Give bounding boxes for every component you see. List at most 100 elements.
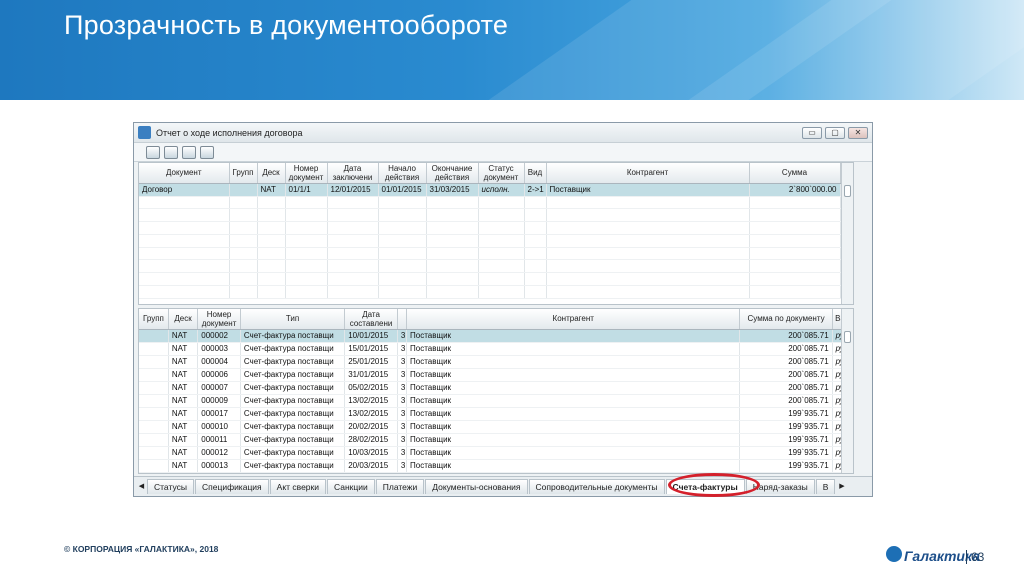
table-cell: 199`935.71 <box>739 459 833 473</box>
empty-row <box>139 259 853 274</box>
empty-row <box>139 208 853 223</box>
empty-cell <box>285 234 328 248</box>
tab-item[interactable]: Спецификация <box>194 479 269 494</box>
empty-row <box>139 196 853 210</box>
column-header: Контрагент <box>546 163 750 184</box>
empty-cell <box>378 272 427 287</box>
empty-cell <box>749 234 841 248</box>
tab-scroll-left-icon[interactable]: ◀ <box>136 480 147 494</box>
empty-cell <box>327 272 379 287</box>
table-cell <box>139 342 169 356</box>
table-row[interactable]: NAT 000007 Счет-фактура поставщи 05/02/2015… <box>139 381 853 395</box>
tab-item[interactable]: Сопроводительные документы <box>528 479 665 494</box>
tab-scroll-right-icon[interactable]: ▶ <box>836 480 847 494</box>
empty-cell <box>478 272 525 287</box>
tab-active[interactable]: Счета-фактуры <box>665 479 745 494</box>
empty-cell <box>257 208 286 223</box>
empty-cell <box>749 208 841 223</box>
tab-item[interactable]: Акт сверки <box>269 479 327 494</box>
close-button[interactable]: ✕ <box>848 126 868 139</box>
maximize-button[interactable]: ▢ <box>825 126 845 139</box>
empty-row <box>139 234 853 248</box>
table-cell: 3 <box>397 381 408 395</box>
tab-item[interactable]: Статусы <box>147 479 194 494</box>
table-cell: Счет-фактура поставщи <box>240 368 346 382</box>
table-cell: 000012 <box>197 446 241 460</box>
table-row[interactable]: NAT 000011 Счет-фактура поставщи 28/02/2015… <box>139 433 853 447</box>
scroll-thumb[interactable] <box>844 331 851 343</box>
invoices-scrollbar[interactable] <box>841 309 853 473</box>
app-icon <box>138 126 151 139</box>
table-cell: Счет-фактура поставщи <box>240 342 346 356</box>
collapse-icon[interactable] <box>200 145 214 159</box>
empty-cell <box>285 208 328 223</box>
empty-cell <box>257 196 286 210</box>
table-row[interactable]: Договор NAT 01/1/1 12/01/2015 01/01/2015 31/0… <box>139 183 853 197</box>
table-row[interactable]: NAT 000009 Счет-фактура поставщи 13/02/2015… <box>139 394 853 408</box>
empty-cell <box>478 247 525 261</box>
empty-cell <box>524 259 547 274</box>
table-cell: 000004 <box>197 355 241 369</box>
table-cell: 000002 <box>197 329 241 343</box>
table-cell: NAT <box>168 407 199 421</box>
column-header: Деск <box>257 163 286 184</box>
table-row[interactable]: NAT 000002 Счет-фактура поставщи 10/01/2015… <box>139 329 853 343</box>
empty-cell <box>257 272 286 287</box>
table-cell: 10/01/2015 <box>344 329 398 343</box>
empty-cell <box>229 285 258 299</box>
column-header: Групп <box>229 163 258 184</box>
contracts-scrollbar[interactable] <box>841 163 853 304</box>
tab-item[interactable]: Платежи <box>375 479 425 494</box>
table-cell: NAT <box>168 355 199 369</box>
empty-cell <box>546 247 750 261</box>
window-titlebar[interactable]: Отчет о ходе исполнения договора ▭ ▢ ✕ <box>134 123 872 143</box>
empty-cell <box>478 259 525 274</box>
table-cell: 3 <box>397 394 408 408</box>
table-cell: Счет-фактура поставщи <box>240 459 346 473</box>
table-cell: Поставщик <box>406 355 741 369</box>
empty-cell <box>257 221 286 235</box>
table-cell: Счет-фактура поставщи <box>240 329 346 343</box>
table-row[interactable]: NAT 000003 Счет-фактура поставщи 15/01/2015… <box>139 342 853 356</box>
empty-cell <box>546 208 750 223</box>
tab-item[interactable]: Санкции <box>327 479 375 494</box>
table-row[interactable]: NAT 000017 Счет-фактура поставщи 13/02/2015… <box>139 407 853 421</box>
table-cell: Поставщик <box>406 381 741 395</box>
expand-icon[interactable] <box>182 145 196 159</box>
table-cell <box>139 329 169 343</box>
table-cell <box>229 183 258 197</box>
tab-item[interactable]: Наряд-заказы <box>745 479 815 494</box>
table-cell <box>139 459 169 473</box>
table-cell: Счет-фактура поставщи <box>240 394 346 408</box>
table-cell <box>139 381 169 395</box>
scroll-thumb[interactable] <box>844 185 851 197</box>
minimize-button[interactable]: ▭ <box>802 126 822 139</box>
table-row[interactable]: NAT 000004 Счет-фактура поставщи 25/01/2015… <box>139 355 853 369</box>
table-row[interactable]: NAT 000006 Счет-фактура поставщи 31/01/2015… <box>139 368 853 382</box>
print-icon[interactable] <box>164 145 178 159</box>
table-cell: 000009 <box>197 394 241 408</box>
table-cell: 200`085.71 <box>739 342 833 356</box>
empty-cell <box>426 221 479 235</box>
report-icon[interactable] <box>146 145 160 159</box>
table-row[interactable]: NAT 000012 Счет-фактура поставщи 10/03/2015… <box>139 446 853 460</box>
empty-cell <box>139 259 230 274</box>
table-row[interactable]: NAT 000013 Счет-фактура поставщи 20/03/2015… <box>139 459 853 473</box>
logo-mark-icon <box>886 546 902 562</box>
table-row[interactable]: NAT 000010 Счет-фактура поставщи 20/02/2015… <box>139 420 853 434</box>
tab-item[interactable]: В <box>815 479 836 494</box>
table-cell: Поставщик <box>406 433 741 447</box>
empty-row <box>139 247 853 261</box>
table-cell <box>139 394 169 408</box>
empty-cell <box>285 259 328 274</box>
empty-cell <box>426 196 479 210</box>
empty-cell <box>139 234 230 248</box>
invoices-grid: Групп Деск Номер документ Тип Дата составлен… <box>138 308 854 474</box>
table-cell: NAT <box>168 381 199 395</box>
empty-cell <box>378 285 427 299</box>
slide-header: Прозрачность в документообороте <box>0 0 1024 100</box>
tab-item[interactable]: Документы-основания <box>425 479 528 494</box>
column-header: Окончание действия <box>426 163 479 184</box>
empty-cell <box>426 285 479 299</box>
column-header: Начало действия <box>378 163 427 184</box>
